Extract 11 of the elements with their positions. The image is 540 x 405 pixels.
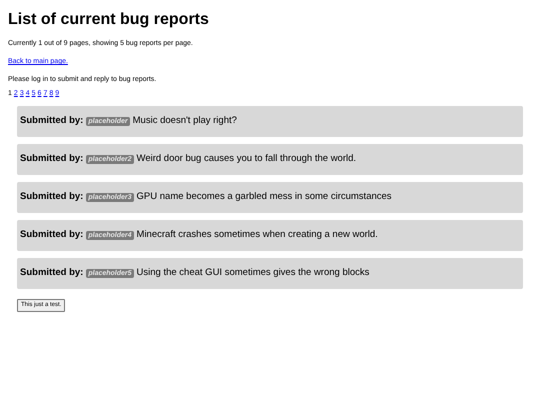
bug-summary: Minecraft crashes sometimes when creating a new world. bbox=[136, 228, 378, 242]
page-title: List of current bug reports bbox=[8, 10, 210, 30]
submitted-by-label: Submitted by: bbox=[20, 114, 84, 128]
submitted-by-label: Submitted by: bbox=[20, 152, 84, 166]
bug-summary: GPU name becomes a garbled mess in some circumstances bbox=[136, 190, 392, 204]
bug-summary: Weird door bug causes you to fall through the world. bbox=[136, 152, 356, 166]
submitted-by-label: Submitted by: bbox=[20, 228, 84, 242]
bug-summary: Music doesn't play right? bbox=[132, 114, 237, 128]
bug-summary: Using the cheat GUI sometimes gives the wrong blocks bbox=[136, 266, 370, 280]
submitted-by-label: Submitted by: bbox=[20, 266, 84, 280]
submitted-by-label: Submitted by: bbox=[20, 190, 84, 204]
